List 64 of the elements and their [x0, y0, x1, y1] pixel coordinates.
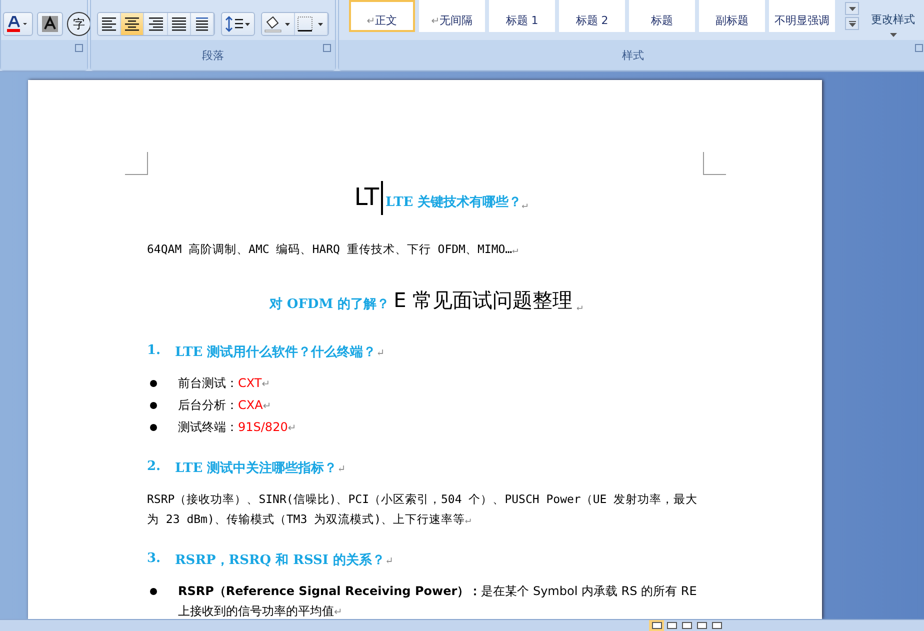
- list-number: 2.: [147, 459, 162, 476]
- title-text: E 常见面试问题整理: [394, 287, 573, 313]
- text-cursor: [381, 181, 382, 215]
- style-item[interactable]: 标题: [629, 0, 695, 32]
- scroll-up-button[interactable]: [845, 2, 859, 15]
- heading-text: LTE 测试中关注哪些指标？↵: [175, 460, 346, 477]
- distribute-icon: [194, 17, 210, 31]
- view-button[interactable]: [694, 620, 709, 631]
- character-shading-button[interactable]: [37, 12, 63, 36]
- align-button[interactable]: [121, 13, 144, 35]
- list-item-text: 测试终端：91S/820↵: [178, 419, 296, 436]
- bullet-icon: [150, 380, 157, 387]
- group-label: 段落: [202, 48, 224, 62]
- crop-mark: [125, 152, 148, 175]
- bullet-icon: [150, 402, 157, 409]
- view-button[interactable]: [709, 620, 724, 631]
- list-number: 1.: [147, 343, 162, 360]
- align-button[interactable]: [144, 13, 168, 35]
- align-icon: [124, 17, 140, 31]
- list-item-text: 后台分析：CXA↵: [178, 397, 272, 414]
- align-button[interactable]: [98, 13, 122, 35]
- paragraph-mark: ↵: [576, 302, 583, 313]
- caret-icon: [890, 33, 896, 37]
- more-button[interactable]: [845, 17, 859, 30]
- caret-icon: [848, 20, 856, 26]
- view-button[interactable]: [649, 620, 664, 631]
- enclose-characters-button[interactable]: 字: [67, 12, 91, 36]
- list-item-text: 前台测试：CXT↵: [178, 375, 270, 392]
- font-color-button[interactable]: [3, 12, 33, 36]
- style-item[interactable]: ↵正文: [349, 0, 415, 32]
- body-paragraph: 64QAM 高阶调制、AMC 编码、HARQ 重传技术、下行 OFDM、MIMO…↵: [147, 241, 520, 258]
- heading-text: LTE 关键技术有哪些？: [386, 194, 522, 211]
- align-button[interactable]: [168, 13, 191, 35]
- list-item-text: RSRP（Reference Signal Receiving Power）：是在某个 Symbol 内承载 RS 的所有 RE 上接收到的信号功率的平均值↵: [178, 583, 698, 619]
- style-item[interactable]: 标题 2: [559, 0, 625, 32]
- heading-text: 对 OFDM 的了解？: [269, 296, 390, 313]
- group-label: 样式: [622, 48, 644, 62]
- line-spacing-button[interactable]: [221, 12, 256, 36]
- borders-button[interactable]: [295, 13, 328, 35]
- change-styles-button[interactable]: 更改样式: [865, 0, 921, 38]
- line-spacing-icon: [225, 16, 252, 32]
- paragraph-mark: ↵: [522, 200, 528, 211]
- caret-icon: [848, 6, 856, 10]
- list-number: 3.: [147, 551, 162, 568]
- style-item[interactable]: ↵无间隔: [419, 0, 485, 32]
- font-color-icon: [7, 15, 29, 33]
- heading-text: RSRP，RSRQ 和 RSSI 的关系？↵: [175, 552, 394, 569]
- heading-text: LTE 测试用什么软件？什么终端？↵: [175, 344, 385, 361]
- align-icon: [148, 17, 164, 31]
- body-paragraph: RSRP（接收功率）、SINR(信噪比)、PCI（小区索引，504 个）、PUSCH Power（UE 发射功率，最大为 23 dBm)、传输模式（TM3 为双流模式)、上下行速率等↵: [147, 491, 699, 528]
- align-button[interactable]: [190, 13, 214, 35]
- character-shading-icon: [41, 15, 59, 33]
- bullet-icon: [150, 588, 157, 595]
- style-item[interactable]: 标题 1: [489, 0, 555, 32]
- view-button[interactable]: [664, 620, 679, 631]
- align-icon: [170, 17, 187, 31]
- style-item[interactable]: 不明显强调: [769, 0, 835, 32]
- title-text: LT: [354, 183, 379, 211]
- view-button[interactable]: [679, 620, 694, 631]
- bullet-icon: [150, 424, 157, 431]
- style-item[interactable]: 副标题: [699, 0, 765, 32]
- shading-button[interactable]: [262, 13, 296, 35]
- crop-mark: [703, 152, 726, 175]
- align-icon: [101, 17, 118, 31]
